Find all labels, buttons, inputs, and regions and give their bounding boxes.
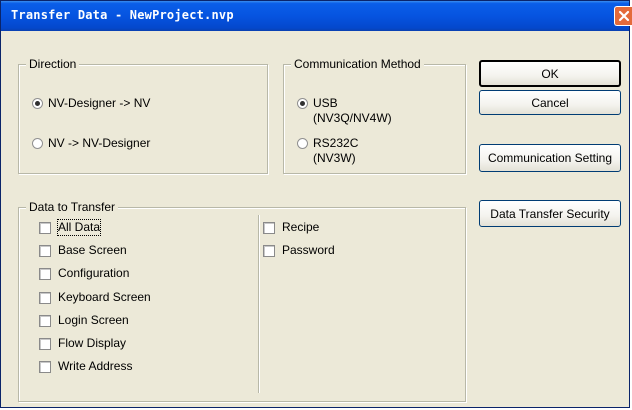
- radio-button[interactable]: [32, 138, 43, 149]
- communication-option-usb[interactable]: USB (NV3Q/NV4W): [297, 96, 392, 126]
- radio-label: NV-Designer -> NV: [48, 96, 151, 110]
- checkbox-flow-display[interactable]: Flow Display: [39, 336, 126, 351]
- checkbox-recipe[interactable]: Recipe: [263, 220, 319, 235]
- data-transfer-security-button[interactable]: Data Transfer Security: [479, 200, 621, 227]
- data-to-transfer-group: Data to Transfer All Data Base Screen Co…: [18, 200, 466, 402]
- communication-method-group-title: Communication Method: [291, 57, 424, 71]
- radio-label: USB (NV3Q/NV4W): [313, 96, 392, 126]
- communication-option-rs232c[interactable]: RS232C (NV3W): [297, 136, 358, 166]
- direction-option-nv-designer-to-nv[interactable]: NV-Designer -> NV: [32, 96, 150, 111]
- checkbox-label: Recipe: [282, 220, 320, 234]
- checkbox-label: Password: [282, 243, 335, 257]
- checkbox-label: Write Address: [58, 359, 133, 373]
- checkbox-label: Login Screen: [58, 313, 129, 327]
- checkbox-label: Configuration: [58, 266, 130, 280]
- column-divider: [258, 215, 259, 393]
- communication-method-group: Communication Method USB (NV3Q/NV4W) RS2…: [283, 57, 466, 174]
- direction-group-title: Direction: [26, 57, 80, 71]
- checkbox-base-screen[interactable]: Base Screen: [39, 243, 127, 258]
- usb-models-label: (NV3Q/NV4W): [313, 111, 392, 125]
- rs232c-models-label: (NV3W): [313, 151, 356, 165]
- checkbox[interactable]: [263, 221, 275, 234]
- close-button[interactable]: [614, 6, 632, 26]
- checkbox[interactable]: [39, 360, 51, 373]
- direction-group: Direction NV-Designer -> NV NV -> NV-Des…: [18, 57, 268, 174]
- title-bar[interactable]: Transfer Data - NewProject.nvp: [1, 1, 632, 31]
- radio-label: RS232C (NV3W): [313, 136, 358, 166]
- checkbox-write-address[interactable]: Write Address: [39, 359, 132, 374]
- checkbox-password[interactable]: Password: [263, 243, 335, 258]
- checkbox[interactable]: [39, 244, 51, 257]
- checkbox[interactable]: [39, 337, 51, 350]
- radio-button[interactable]: [32, 98, 43, 109]
- checkbox[interactable]: [39, 291, 51, 304]
- checkbox-all-data[interactable]: All Data: [39, 219, 102, 236]
- checkbox-configuration[interactable]: Configuration: [39, 266, 129, 281]
- direction-option-nv-to-nv-designer[interactable]: NV -> NV-Designer: [32, 136, 150, 151]
- checkbox-label: Keyboard Screen: [58, 290, 151, 304]
- cancel-button[interactable]: Cancel: [479, 90, 621, 115]
- window-title: Transfer Data - NewProject.nvp: [11, 8, 234, 22]
- checkbox-label: Base Screen: [58, 243, 127, 257]
- communication-setting-button[interactable]: Communication Setting: [479, 144, 621, 172]
- checkbox[interactable]: [263, 244, 275, 257]
- close-icon: [618, 10, 630, 22]
- radio-label: NV -> NV-Designer: [48, 136, 151, 150]
- transfer-data-dialog: Transfer Data - NewProject.nvp Direction…: [0, 0, 632, 408]
- radio-button[interactable]: [297, 98, 308, 109]
- checkbox-label: All Data: [56, 219, 102, 236]
- radio-button[interactable]: [297, 138, 308, 149]
- checkbox-label: Flow Display: [58, 336, 127, 350]
- rs232c-label: RS232C: [313, 136, 359, 150]
- checkbox[interactable]: [39, 267, 51, 280]
- usb-label: USB: [313, 96, 338, 110]
- checkbox[interactable]: [39, 314, 51, 327]
- checkbox-keyboard-screen[interactable]: Keyboard Screen: [39, 290, 151, 305]
- ok-button[interactable]: OK: [479, 60, 621, 87]
- checkbox[interactable]: [39, 221, 51, 234]
- data-to-transfer-group-title: Data to Transfer: [26, 200, 119, 214]
- checkbox-login-screen[interactable]: Login Screen: [39, 313, 129, 328]
